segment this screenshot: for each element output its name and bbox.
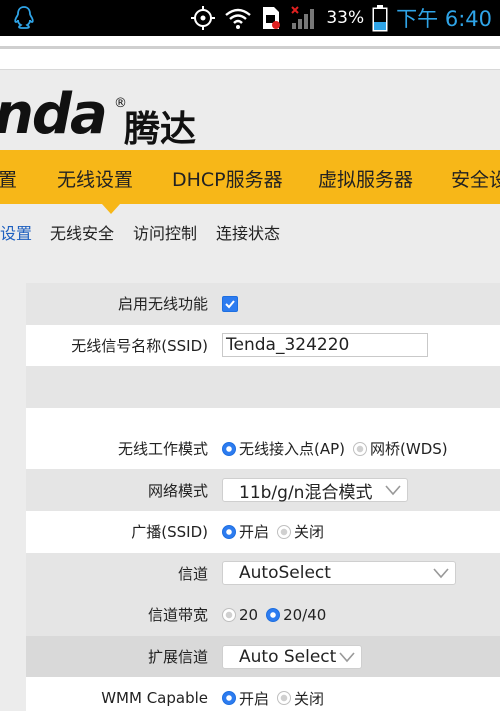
row-ext-channel: 扩展信道 Auto Select [26, 635, 500, 678]
row-gap [26, 408, 500, 428]
chevron-down-icon [339, 652, 355, 662]
ext-channel-select[interactable]: Auto Select [222, 644, 362, 669]
radio-unselected-icon [277, 524, 292, 539]
nav-item-security[interactable]: 安全设 [451, 165, 500, 192]
main-nav: 置 无线设置 DHCP服务器 虚拟服务器 安全设 [0, 150, 500, 204]
broadcast-option-on[interactable]: 开启 [222, 521, 269, 542]
check-icon [225, 300, 235, 309]
row-channel: 信道 AutoSelect [26, 552, 500, 595]
battery-icon [372, 5, 388, 32]
bandwidth-20-40-text: 20/40 [283, 605, 327, 624]
work-mode-option-wds[interactable]: 网桥(WDS) [353, 438, 448, 459]
battery-percent: 33% [326, 8, 365, 28]
broadcast-on-text: 开启 [239, 523, 270, 542]
network-mode-value: 11b/g/n混合模式 [239, 482, 373, 503]
wireless-settings-form: 启用无线功能 无线信号名称(SSID) Tenda_324220 无线工作模式 … [26, 283, 500, 711]
logo-text-cn: 腾达 [124, 109, 197, 150]
work-mode-ap-text: 无线接入点(AP) [239, 440, 346, 459]
wmm-on-text: 开启 [239, 689, 270, 708]
radio-selected-icon [266, 607, 281, 622]
row-enable-wireless: 启用无线功能 [26, 283, 500, 325]
work-mode-label: 无线工作模式 [117, 440, 208, 459]
row-broadcast: 广播(SSID) 开启 关闭 [26, 511, 500, 553]
subnav-item-wireless-security[interactable]: 无线安全 [50, 220, 114, 244]
network-mode-label: 网络模式 [147, 481, 208, 500]
subnav-item-basic[interactable]: 设置 [0, 220, 32, 244]
subnav-item-access-control[interactable]: 访问控制 [133, 220, 197, 244]
work-mode-option-ap[interactable]: 无线接入点(AP) [222, 438, 345, 459]
radio-selected-icon [222, 441, 236, 456]
nav-item-dhcp[interactable]: DHCP服务器 [172, 165, 283, 192]
row-spacer [26, 366, 500, 408]
wmm-off-text: 关闭 [294, 689, 325, 708]
radio-selected-icon [222, 524, 236, 539]
radio-unselected-icon [222, 607, 236, 622]
nav-item-virtual-server[interactable]: 虚拟服务器 [318, 165, 413, 192]
bandwidth-20-text: 20 [239, 605, 259, 624]
nav-item-wireless[interactable]: 无线设置 [57, 165, 133, 192]
signal-icon [291, 6, 315, 29]
row-bandwidth: 信道带宽 20 20/40 [26, 594, 500, 636]
broadcast-option-off[interactable]: 关闭 [277, 521, 324, 542]
bandwidth-option-20-40[interactable]: 20/40 [266, 606, 326, 624]
subnav-item-connection-status[interactable]: 连接状态 [216, 220, 280, 244]
qq-icon [14, 6, 34, 29]
browser-divider [0, 46, 500, 49]
gps-icon [191, 6, 216, 30]
nav-item-basic[interactable]: 置 [0, 165, 17, 192]
bandwidth-option-20[interactable]: 20 [222, 606, 258, 624]
sim-card-icon [263, 7, 281, 29]
wifi-icon [225, 8, 252, 29]
broadcast-off-text: 关闭 [294, 523, 325, 542]
row-ssid: 无线信号名称(SSID) Tenda_324220 [26, 325, 500, 367]
enable-wireless-label: 启用无线功能 [117, 295, 208, 314]
wmm-label: WMM Capable [101, 689, 208, 708]
channel-label: 信道 [177, 564, 208, 583]
nav-active-indicator [102, 204, 120, 214]
broadcast-label: 广播(SSID) [131, 523, 208, 542]
row-network-mode: 网络模式 11b/g/n混合模式 [26, 469, 500, 511]
radio-unselected-icon [353, 441, 368, 456]
bandwidth-label: 信道带宽 [147, 606, 208, 625]
work-mode-wds-text: 网桥(WDS) [370, 440, 448, 459]
enable-wireless-checkbox[interactable] [222, 295, 238, 312]
ssid-input[interactable]: Tenda_324220 [222, 333, 428, 358]
chevron-down-icon [433, 568, 449, 579]
ext-channel-label: 扩展信道 [147, 648, 208, 667]
network-mode-select[interactable]: 11b/g/n混合模式 [222, 478, 408, 503]
ext-channel-value: Auto Select [239, 646, 337, 667]
radio-selected-icon [222, 691, 236, 706]
wmm-option-off[interactable]: 关闭 [277, 688, 324, 709]
wmm-option-on[interactable]: 开启 [222, 688, 269, 709]
clock: 下午 6:40 [396, 7, 492, 31]
row-work-mode: 无线工作模式 无线接入点(AP) 网桥(WDS) [26, 428, 500, 470]
chevron-down-icon [385, 485, 401, 496]
status-bar: 33% 下午 6:40 [0, 0, 500, 36]
row-wmm: WMM Capable 开启 关闭 [26, 677, 500, 711]
radio-unselected-icon [277, 691, 292, 706]
browser-toolbar [0, 36, 500, 70]
logo-text-en: nda [0, 82, 108, 147]
sub-nav: 设置 无线安全 访问控制 连接状态 [0, 214, 500, 246]
ssid-label: 无线信号名称(SSID) [71, 336, 208, 355]
channel-select[interactable]: AutoSelect [222, 561, 456, 586]
channel-value: AutoSelect [239, 563, 331, 584]
